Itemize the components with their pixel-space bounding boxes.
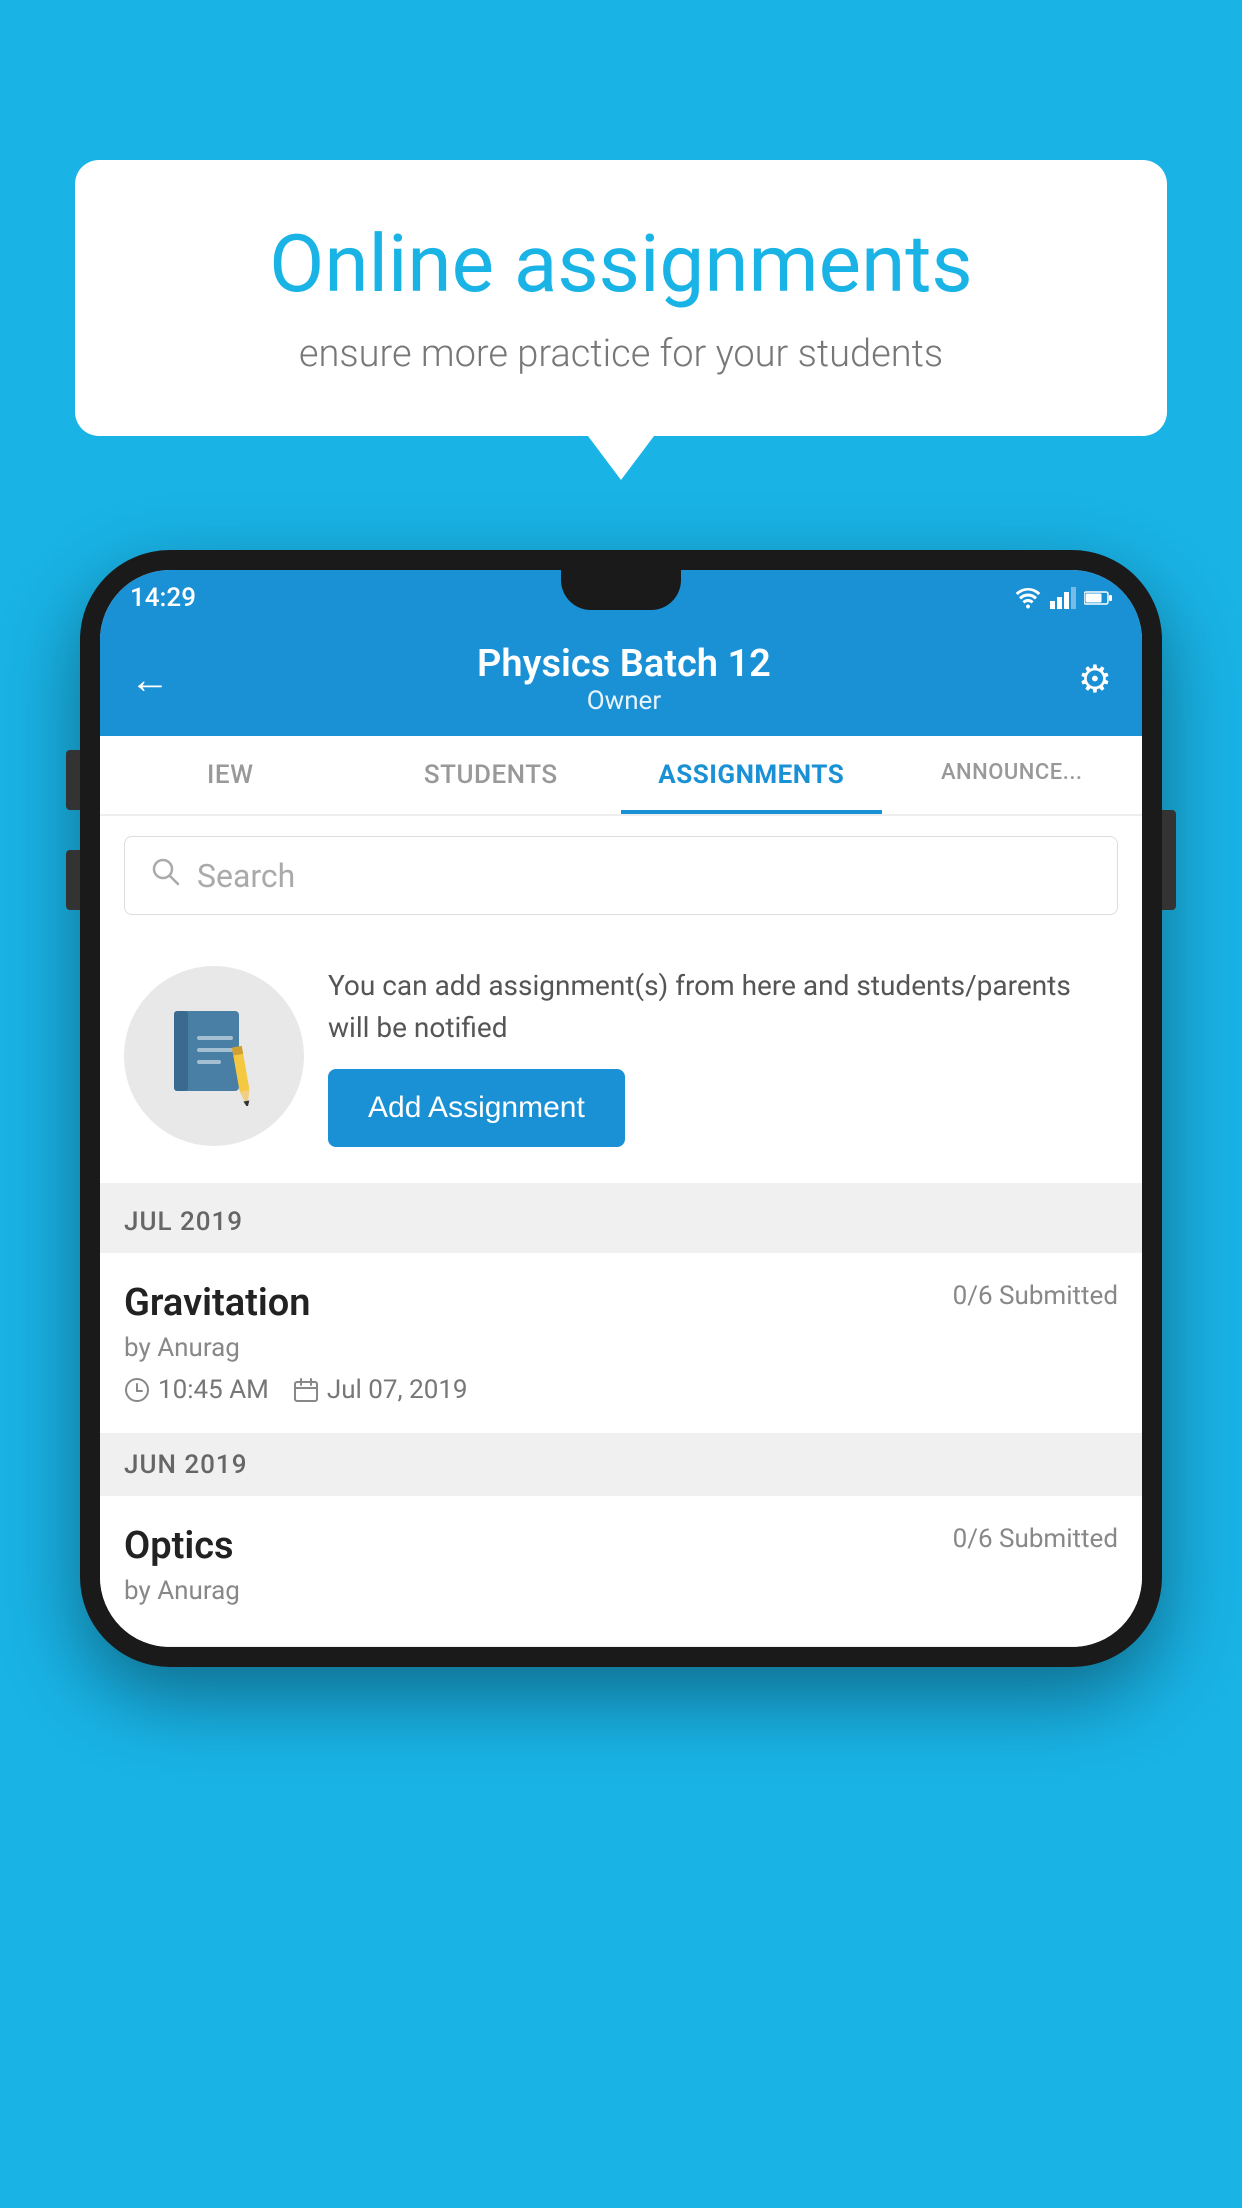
signal-icon [1050, 587, 1076, 609]
phone-frame: 14:29 [80, 550, 1162, 1667]
wifi-icon [1014, 587, 1042, 609]
tab-iew[interactable]: IEW [100, 736, 361, 814]
tab-students[interactable]: STUDENTS [361, 736, 622, 814]
battery-icon [1084, 590, 1112, 606]
status-icons [1014, 587, 1112, 609]
search-container: Search [100, 816, 1142, 935]
assignment-time: 10:45 AM [124, 1375, 269, 1405]
tabs-bar: IEW STUDENTS ASSIGNMENTS ANNOUNCE... [100, 736, 1142, 816]
submitted-badge-gravitation: 0/6 Submitted [953, 1281, 1118, 1311]
assignment-name-optics: Optics [124, 1524, 234, 1568]
notebook-icon [169, 1006, 259, 1106]
promo-description: You can add assignment(s) from here and … [328, 965, 1118, 1049]
back-button[interactable]: ← [130, 656, 170, 703]
settings-button[interactable]: ⚙ [1078, 657, 1112, 702]
add-assignment-button[interactable]: Add Assignment [328, 1069, 625, 1147]
tab-announcements[interactable]: ANNOUNCE... [882, 736, 1143, 814]
clock-icon [124, 1377, 150, 1403]
section-header-jul: JUL 2019 [100, 1191, 1142, 1253]
assignment-row-top: Gravitation 0/6 Submitted [124, 1281, 1118, 1325]
assignment-author-gravitation: by Anurag [124, 1333, 1118, 1363]
search-icon [149, 855, 181, 896]
promo-content: You can add assignment(s) from here and … [328, 965, 1118, 1147]
assignment-name-gravitation: Gravitation [124, 1281, 311, 1325]
phone-wrapper: 14:29 [80, 550, 1162, 1667]
assignment-author-optics: by Anurag [124, 1576, 1118, 1606]
status-bar: 14:29 [100, 570, 1142, 626]
search-placeholder: Search [197, 857, 295, 895]
assignment-date: Jul 07, 2019 [293, 1375, 468, 1405]
volume-up-button [66, 750, 80, 810]
status-time: 14:29 [130, 583, 196, 613]
tab-assignments[interactable]: ASSIGNMENTS [621, 736, 882, 814]
time-value-gravitation: 10:45 AM [158, 1375, 269, 1405]
submitted-badge-optics: 0/6 Submitted [953, 1524, 1118, 1554]
online-assignments-title: Online assignments [145, 220, 1097, 308]
assignment-row-top-optics: Optics 0/6 Submitted [124, 1524, 1118, 1568]
power-button [1162, 810, 1176, 910]
speech-bubble: Online assignments ensure more practice … [75, 160, 1167, 436]
batch-title: Physics Batch 12 [477, 642, 771, 686]
header-title-group: Physics Batch 12 Owner [477, 642, 771, 716]
search-bar[interactable]: Search [124, 836, 1118, 915]
app-header: ← Physics Batch 12 Owner ⚙ [100, 626, 1142, 736]
assignment-item-optics[interactable]: Optics 0/6 Submitted by Anurag [100, 1496, 1142, 1647]
calendar-icon [293, 1377, 319, 1403]
speech-bubble-container: Online assignments ensure more practice … [75, 160, 1167, 436]
assignment-item-gravitation[interactable]: Gravitation 0/6 Submitted by Anurag 10:4… [100, 1253, 1142, 1434]
owner-label: Owner [477, 686, 771, 716]
promo-icon [124, 966, 304, 1146]
volume-down-button [66, 850, 80, 910]
online-assignments-subtitle: ensure more practice for your students [145, 332, 1097, 376]
section-header-jun: JUN 2019 [100, 1434, 1142, 1496]
phone-screen: 14:29 [100, 570, 1142, 1647]
assignment-meta-gravitation: 10:45 AM Jul 07, 2019 [124, 1375, 1118, 1405]
date-value-gravitation: Jul 07, 2019 [327, 1375, 468, 1405]
assignment-promo: You can add assignment(s) from here and … [100, 935, 1142, 1191]
notch [561, 570, 681, 610]
